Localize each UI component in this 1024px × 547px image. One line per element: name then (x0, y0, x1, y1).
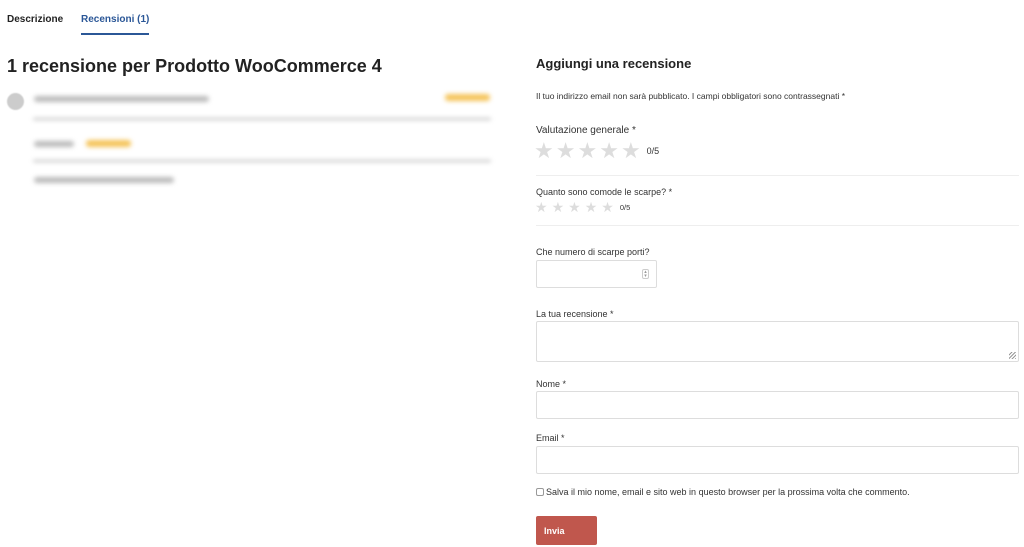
reviews-title: 1 recensione per Prodotto WooCommerce 4 (7, 56, 382, 76)
form-title: Aggiungi una recensione (536, 56, 692, 71)
save-info-label[interactable]: Salva il mio nome, email e sito web in q… (546, 487, 910, 497)
star-icon[interactable]: ★ (601, 200, 614, 214)
resize-handle-icon[interactable] (1009, 352, 1016, 359)
star-icon[interactable]: ★ (556, 140, 576, 162)
overall-rating-stars[interactable]: ★ ★ ★ ★ ★ 0/5 (534, 140, 659, 162)
save-info-checkbox[interactable] (536, 488, 544, 496)
tab-recensioni[interactable]: Recensioni (1) (81, 14, 150, 35)
divider (536, 175, 1019, 176)
form-notice: Il tuo indirizzo email non sarà pubblica… (536, 91, 846, 101)
review-meta-blurred (34, 96, 209, 102)
overall-rating-value: 0/5 (646, 146, 660, 156)
star-icon[interactable]: ★ (577, 140, 597, 162)
star-icon[interactable]: ★ (585, 200, 598, 214)
comfort-rating-stars[interactable]: ★ ★ ★ ★ ★ 0/5 (535, 200, 630, 214)
star-icon[interactable]: ★ (568, 200, 581, 214)
review-rating-blurred (445, 94, 490, 101)
divider (33, 118, 491, 120)
review-criteria-rating-blurred (86, 140, 131, 147)
shoe-size-label: Che numero di scarpe porti? (536, 247, 650, 257)
tab-descrizione[interactable]: Descrizione (7, 14, 63, 25)
comfort-rating-label: Quanto sono comode le scarpe? * (536, 187, 673, 197)
review-label: La tua recensione * (536, 309, 614, 319)
comfort-rating-value: 0/5 (619, 202, 631, 212)
star-icon[interactable]: ★ (621, 140, 641, 162)
review-text-blurred (34, 177, 174, 183)
email-input[interactable] (536, 446, 1019, 474)
name-label: Nome * (536, 379, 567, 389)
divider (33, 160, 491, 162)
spinner-icon[interactable]: ▴ ▾ (642, 269, 649, 279)
overall-rating-label: Valutazione generale * (536, 125, 636, 136)
avatar (7, 93, 24, 110)
review-criteria-blurred (34, 141, 74, 147)
email-label: Email * (536, 433, 565, 443)
review-textarea[interactable] (536, 321, 1019, 362)
star-icon[interactable]: ★ (535, 200, 548, 214)
shoe-size-input[interactable]: ▴ ▾ (536, 260, 657, 288)
save-info-row[interactable]: Salva il mio nome, email e sito web in q… (536, 487, 910, 497)
star-icon[interactable]: ★ (599, 140, 619, 162)
star-icon[interactable]: ★ (534, 140, 554, 162)
star-icon[interactable]: ★ (552, 200, 565, 214)
submit-button[interactable]: Invia (536, 516, 597, 545)
name-input[interactable] (536, 391, 1019, 419)
divider (536, 225, 1019, 226)
